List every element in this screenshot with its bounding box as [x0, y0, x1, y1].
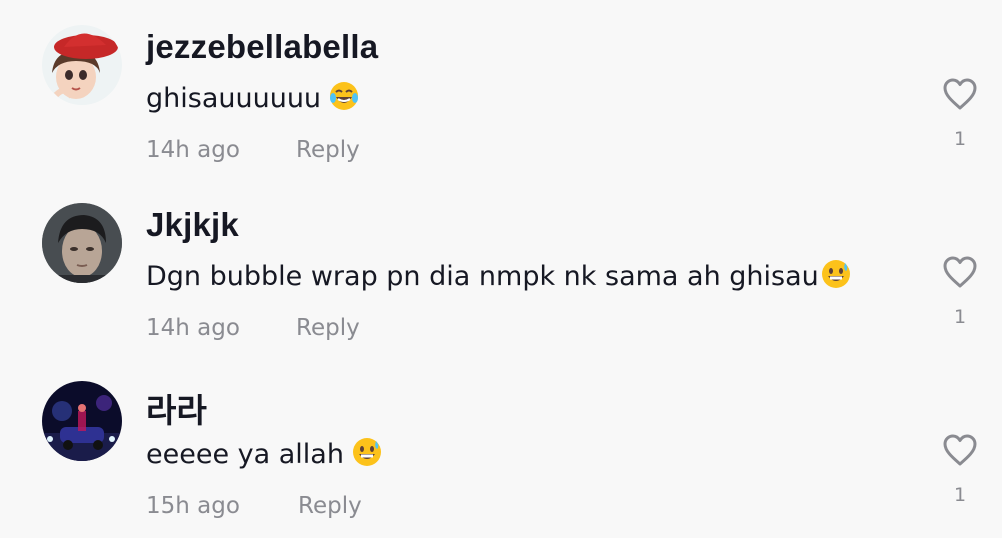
- cartoon-girl-avatar-icon: [42, 25, 122, 105]
- like-count: 1: [953, 306, 967, 328]
- like-count: 1: [953, 484, 967, 506]
- like-button[interactable]: [942, 433, 978, 467]
- comment-text-content: eeeee ya allah: [146, 439, 344, 470]
- like-button[interactable]: [942, 77, 978, 111]
- grinning-sweat-emoji-icon: [821, 259, 851, 296]
- comment-text: ghisauuuuuu: [146, 81, 359, 118]
- comment-text-content: Dgn bubble wrap pn dia nmpk nk sama ah g…: [146, 261, 819, 292]
- avatar[interactable]: [42, 25, 122, 105]
- laughing-tears-emoji-icon: [329, 81, 359, 118]
- heart-icon: [943, 256, 977, 288]
- comment-username[interactable]: Jkjkjk: [146, 206, 239, 244]
- reply-button[interactable]: Reply: [298, 493, 362, 519]
- comment-text: eeeee ya allah: [146, 437, 382, 474]
- like-count: 1: [953, 128, 967, 150]
- comment-username[interactable]: jezzebellabella: [146, 28, 378, 66]
- comment-timestamp: 14h ago: [146, 137, 240, 163]
- young-man-avatar-icon: [42, 203, 122, 283]
- comment-item: 라라 eeeee ya allah 15h ago Reply 1: [0, 356, 1002, 534]
- night-street-avatar-icon: [42, 381, 122, 461]
- comment-text: Dgn bubble wrap pn dia nmpk nk sama ah g…: [146, 259, 851, 296]
- comment-text-content: ghisauuuuuu: [146, 83, 322, 114]
- comment-timestamp: 15h ago: [146, 493, 240, 519]
- avatar[interactable]: [42, 203, 122, 283]
- comment-item: Jkjkjk Dgn bubble wrap pn dia nmpk nk sa…: [0, 178, 1002, 356]
- reply-button[interactable]: Reply: [296, 137, 360, 163]
- heart-icon: [943, 78, 977, 110]
- heart-icon: [943, 434, 977, 466]
- like-button[interactable]: [942, 255, 978, 289]
- reply-button[interactable]: Reply: [296, 315, 360, 341]
- comment-timestamp: 14h ago: [146, 315, 240, 341]
- grinning-sweat-emoji-icon: [352, 437, 382, 474]
- avatar[interactable]: [42, 381, 122, 461]
- comment-item: jezzebellabella ghisauuuuuu 14h ago Repl…: [0, 0, 1002, 178]
- comment-username[interactable]: 라라: [146, 384, 207, 432]
